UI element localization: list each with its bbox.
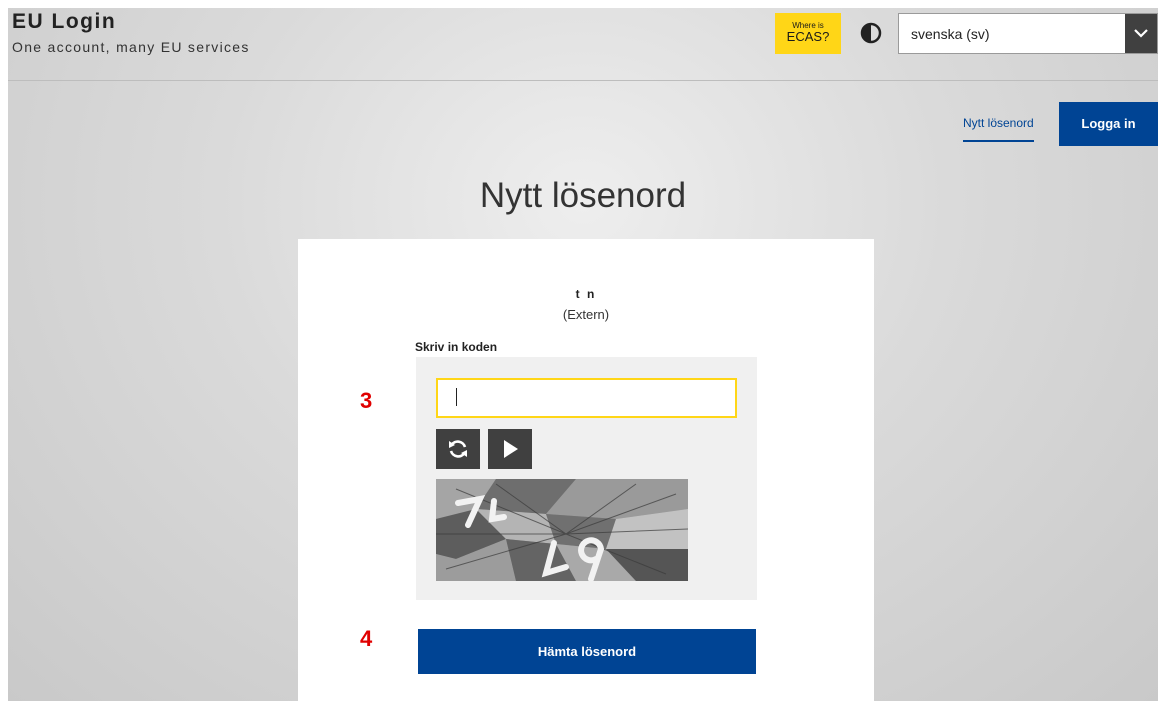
play-audio-captcha-button[interactable]: [488, 429, 532, 469]
refresh-icon: [449, 440, 467, 458]
language-select[interactable]: svenska (sv): [898, 13, 1158, 54]
form-card: t n (Extern) Skriv in koden Hämta löseno…: [298, 239, 874, 701]
header: EU Login One account, many EU services W…: [8, 8, 1158, 81]
captcha-label: Skriv in koden: [415, 340, 498, 354]
annotation-marker-4: 4: [360, 626, 373, 651]
play-icon: [504, 440, 518, 458]
chevron-down-icon[interactable]: [1125, 14, 1157, 53]
nav-new-password-link[interactable]: Nytt lösenord: [963, 116, 1034, 142]
captcha-box: [416, 357, 757, 600]
language-selected: svenska (sv): [911, 26, 990, 42]
page-title: Nytt lösenord: [479, 176, 687, 215]
where-is-ecas-button[interactable]: Where is ECAS?: [775, 13, 841, 54]
text-cursor: [456, 388, 457, 406]
get-password-button[interactable]: Hämta lösenord: [418, 629, 756, 674]
captcha-input[interactable]: [436, 378, 737, 418]
login-button[interactable]: Logga in: [1059, 102, 1158, 146]
user-name: t n: [575, 287, 597, 301]
brand-subtitle: One account, many EU services: [12, 39, 250, 55]
ecas-line2: ECAS?: [786, 29, 830, 44]
user-type: (Extern): [562, 307, 610, 322]
annotation-marker-3: 3: [360, 388, 373, 413]
refresh-captcha-button[interactable]: [436, 429, 480, 469]
brand-title: EU Login: [12, 10, 117, 33]
captcha-image: [436, 479, 688, 581]
contrast-icon[interactable]: [860, 22, 882, 44]
page-frame: EU Login One account, many EU services W…: [8, 8, 1158, 701]
